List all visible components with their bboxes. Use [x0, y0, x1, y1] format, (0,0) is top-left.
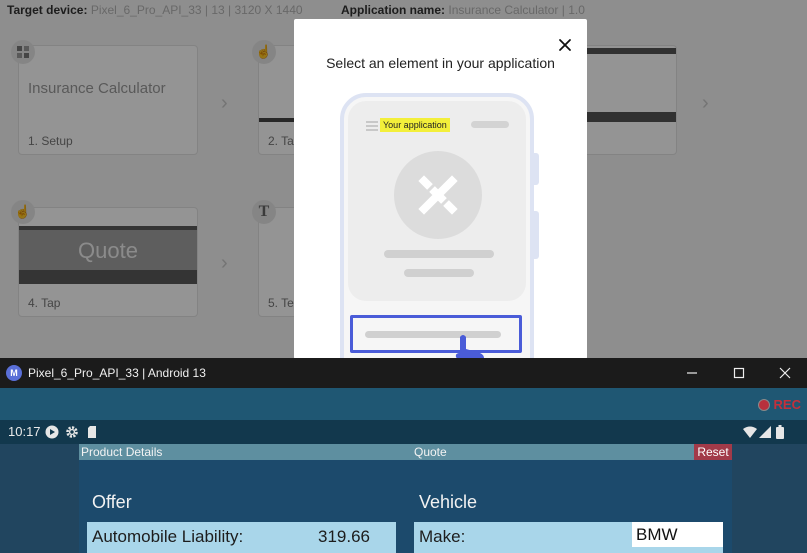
status-clock: 10:17: [8, 424, 41, 439]
automobile-liability-value: 319.66: [318, 527, 370, 546]
close-window-button[interactable]: [762, 358, 807, 388]
select-element-modal: Select an element in your application Yo…: [294, 19, 587, 359]
record-dot-icon: [757, 398, 770, 411]
emulator-logo-icon: M: [6, 365, 22, 381]
app-logo-placeholder: [394, 151, 482, 239]
menu-icon: [366, 121, 378, 131]
reset-button[interactable]: Reset: [694, 444, 732, 460]
your-application-chip: Your application: [380, 118, 450, 132]
vehicle-make-label: Make:: [419, 527, 466, 546]
minimize-icon: [687, 372, 697, 374]
maximize-icon: [733, 367, 745, 379]
placeholder-bar: [471, 121, 509, 128]
vehicle-make-row: Make:: [414, 522, 723, 553]
automobile-liability-row: Automobile Liability: 319.66: [87, 522, 396, 553]
signal-icon: [759, 426, 771, 438]
settings-gear-icon: [66, 426, 78, 438]
close-icon[interactable]: [557, 37, 573, 53]
selected-element-highlight: [350, 315, 522, 353]
placeholder-bar: [404, 269, 474, 277]
vehicle-section-title: Vehicle: [419, 492, 478, 512]
pointer-hand-icon: [455, 335, 485, 359]
offer-section-title: Offer: [92, 492, 132, 512]
window-title: Pixel_6_Pro_API_33 | Android 13: [28, 366, 206, 380]
app-logo-icon: [418, 175, 458, 215]
tab-quote[interactable]: Quote: [414, 445, 447, 459]
vehicle-make-input[interactable]: [632, 522, 723, 547]
close-icon: [779, 367, 791, 379]
wifi-icon: [743, 426, 757, 438]
maximize-button[interactable]: [716, 358, 762, 388]
rec-label: REC: [773, 397, 801, 412]
window-titlebar[interactable]: M Pixel_6_Pro_API_33 | Android 13: [0, 358, 807, 388]
sync-icon: [45, 425, 59, 439]
recording-bar: REC: [0, 388, 807, 420]
quote-screen: Offer Vehicle Automobile Liability: 319.…: [79, 460, 732, 553]
sd-card-icon: [88, 426, 96, 438]
phone-illustration: Your application: [340, 93, 534, 359]
rec-indicator[interactable]: REC: [757, 397, 801, 412]
app-tab-bar: Product Details Quote Reset: [79, 444, 732, 460]
modal-title: Select an element in your application: [326, 55, 555, 71]
tab-product-details[interactable]: Product Details: [81, 445, 162, 459]
battery-icon: [776, 425, 784, 439]
placeholder-bar: [384, 250, 494, 258]
automobile-liability-label: Automobile Liability:: [92, 527, 244, 546]
emulator-window: M Pixel_6_Pro_API_33 | Android 13 REC 10…: [0, 358, 807, 553]
minimize-button[interactable]: [669, 358, 715, 388]
phone-screen: Your application: [348, 101, 526, 301]
android-status-bar: 10:17: [0, 420, 807, 444]
